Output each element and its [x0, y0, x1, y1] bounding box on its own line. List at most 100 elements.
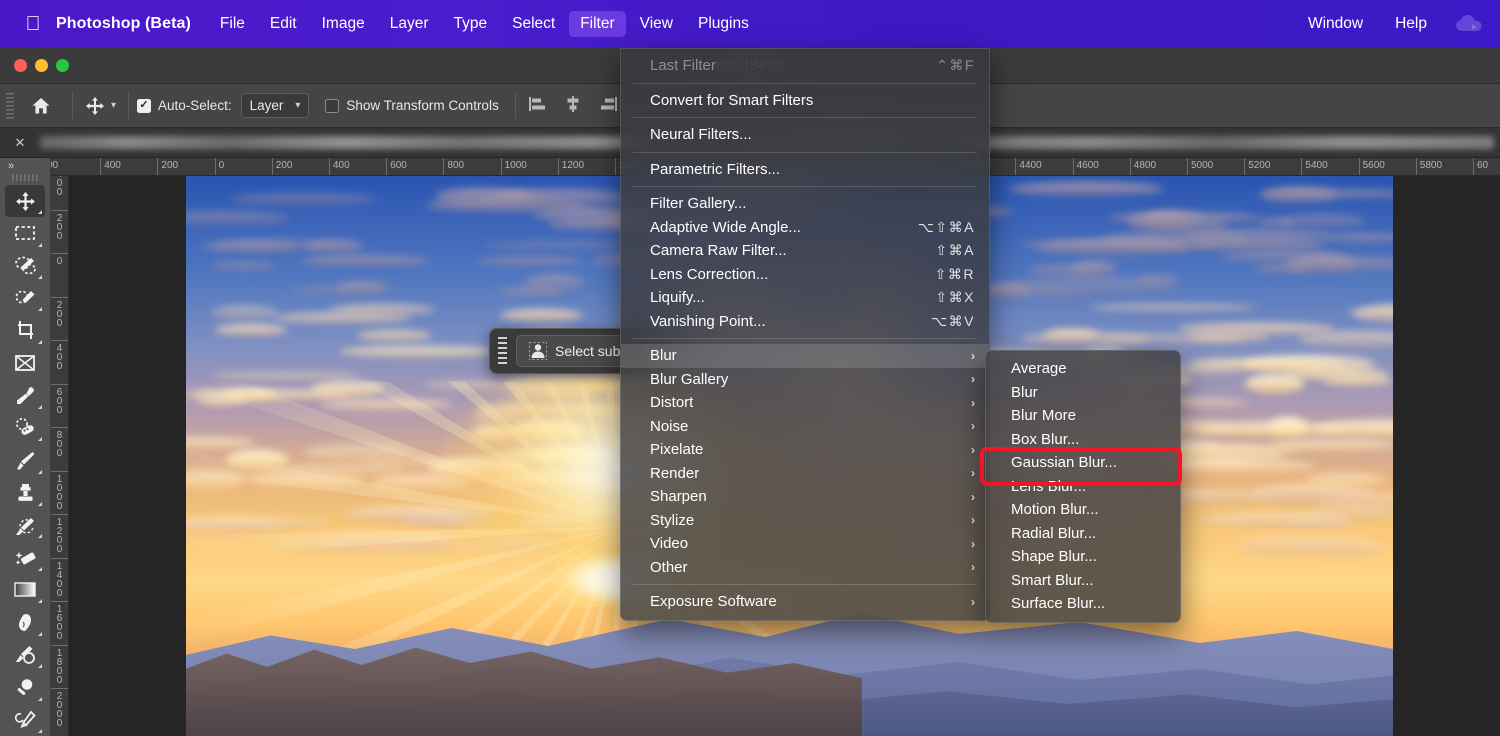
menu-layer[interactable]: Layer: [379, 11, 440, 37]
tool-quick-selection[interactable]: [5, 282, 45, 314]
blur-submenu-item-box-blur[interactable]: Box Blur...: [986, 428, 1180, 452]
options-bar-drag-handle[interactable]: [6, 92, 14, 119]
filter-dropdown-menu[interactable]: Last Filter ⌃⌘F Convert for Smart Filters N…: [620, 48, 990, 621]
tool-eyedropper[interactable]: [5, 379, 45, 411]
blur-submenu-item-gaussian-blur[interactable]: Gaussian Blur...: [986, 451, 1180, 475]
collapse-tools-icon[interactable]: »: [0, 158, 50, 174]
ruler-tick-label: 800: [447, 160, 465, 171]
menu-item-label: Noise: [650, 417, 689, 435]
align-center-horizontal-icon[interactable]: [564, 95, 582, 116]
tool-object-selection[interactable]: [5, 250, 45, 282]
menu-type[interactable]: Type: [443, 11, 499, 37]
select-subject-button[interactable]: Select sub: [516, 335, 634, 367]
auto-select-checkbox[interactable]: ✓: [137, 98, 152, 113]
current-tool-move[interactable]: ▾: [81, 96, 120, 116]
menu-item-exposure-software[interactable]: Exposure Software ›: [621, 590, 989, 614]
drag-handle-icon[interactable]: [498, 337, 507, 365]
cloud: [1034, 238, 1193, 256]
menu-item-distort[interactable]: Distort ›: [621, 391, 989, 415]
blur-submenu-item-smart-blur[interactable]: Smart Blur...: [986, 569, 1180, 593]
blur-submenu-item-blur-more[interactable]: Blur More: [986, 404, 1180, 428]
tool-zoom[interactable]: [5, 671, 45, 703]
blur-submenu-item-label: Blur: [1011, 383, 1038, 401]
menu-item-liquify[interactable]: Liquify... ⇧⌘X: [621, 286, 989, 310]
ruler-tick: 1600: [51, 601, 68, 640]
auto-select-dropdown[interactable]: Layer ▾: [240, 93, 310, 118]
tool-dodge[interactable]: [5, 639, 45, 671]
tool-clone-stamp[interactable]: [5, 477, 45, 509]
ruler-tick: 1200: [557, 158, 584, 175]
menu-file[interactable]: File: [209, 11, 256, 37]
apple-logo-icon[interactable]: : [18, 14, 48, 34]
menu-item-label: Sharpen: [650, 488, 707, 506]
menu-item-noise[interactable]: Noise ›: [621, 415, 989, 439]
menu-item-adaptive-wide-angle[interactable]: Adaptive Wide Angle... ⌥⇧⌘A: [621, 216, 989, 240]
cloud: [1010, 276, 1177, 297]
menu-item-vanishing-point[interactable]: Vanishing Point... ⌥⌘V: [621, 310, 989, 334]
menu-edit[interactable]: Edit: [259, 11, 308, 37]
blur-submenu-item-radial-blur[interactable]: Radial Blur...: [986, 522, 1180, 546]
menu-item-filter-gallery[interactable]: Filter Gallery...: [621, 192, 989, 216]
cloud: [210, 371, 360, 379]
blur-finger-icon: [19, 613, 31, 631]
blur-submenu[interactable]: Average Blur Blur More Box Blur... Gaussian …: [985, 350, 1181, 623]
align-left-icon[interactable]: [528, 95, 546, 116]
close-icon[interactable]: ✕: [0, 135, 40, 151]
tool-gradient[interactable]: [5, 574, 45, 606]
menu-view[interactable]: View: [629, 11, 684, 37]
menu-item-pixelate[interactable]: Pixelate ›: [621, 438, 989, 462]
chevron-down-icon[interactable]: ▾: [111, 100, 116, 111]
tool-history-brush[interactable]: [5, 509, 45, 541]
menu-select[interactable]: Select: [501, 11, 566, 37]
tool-spot-healing-brush[interactable]: [5, 412, 45, 444]
ruler-tick: 5400: [1301, 158, 1328, 175]
blur-submenu-item-average[interactable]: Average: [986, 357, 1180, 381]
blur-submenu-item-surface-blur[interactable]: Surface Blur...: [986, 592, 1180, 616]
align-right-icon[interactable]: [600, 95, 618, 116]
menu-item-stylize[interactable]: Stylize ›: [621, 509, 989, 533]
menu-item-video[interactable]: Video ›: [621, 532, 989, 556]
blur-submenu-item-blur[interactable]: Blur: [986, 381, 1180, 405]
blur-submenu-item-shape-blur[interactable]: Shape Blur...: [986, 545, 1180, 569]
tool-brush[interactable]: [5, 444, 45, 476]
menu-item-label: Liquify...: [650, 289, 705, 307]
ruler-tick: 400: [100, 158, 121, 175]
menu-image[interactable]: Image: [311, 11, 376, 37]
menu-item-neural-filters[interactable]: Neural Filters...: [621, 123, 989, 147]
tool-frame[interactable]: [5, 347, 45, 379]
vertical-ruler[interactable]: 400 200 0 200 400 600 800 1000 1200 1400 1600 1800 2…: [51, 176, 69, 736]
tool-rectangular-marquee[interactable]: [5, 217, 45, 249]
chevron-right-icon: ›: [971, 419, 975, 434]
blur-submenu-item-label: Lens Blur...: [1011, 477, 1087, 495]
show-transform-controls-checkbox[interactable]: [325, 98, 340, 113]
menu-item-lens-correction[interactable]: Lens Correction... ⇧⌘R: [621, 263, 989, 287]
blur-submenu-item-lens-blur[interactable]: Lens Blur...: [986, 475, 1180, 499]
tool-pen[interactable]: [5, 704, 45, 736]
home-icon[interactable]: [18, 96, 64, 116]
creative-cloud-icon[interactable]: [1448, 14, 1492, 34]
menu-separator: [633, 338, 977, 339]
menu-item-other[interactable]: Other ›: [621, 556, 989, 580]
tool-crop[interactable]: [5, 314, 45, 346]
menu-item-label: Adaptive Wide Angle...: [650, 218, 801, 236]
move-tool-icon: [15, 191, 35, 211]
menu-filter[interactable]: Filter: [569, 11, 626, 37]
tool-eraser[interactable]: [5, 541, 45, 573]
ruler-tick-label: 1000: [504, 160, 527, 171]
tool-move[interactable]: [5, 184, 45, 218]
menu-item-blur-gallery[interactable]: Blur Gallery ›: [621, 368, 989, 392]
tool-blur[interactable]: [5, 606, 45, 638]
menu-window[interactable]: Window: [1297, 11, 1374, 37]
menu-item-parametric-filters[interactable]: Parametric Filters...: [621, 158, 989, 182]
tools-drag-handle[interactable]: [12, 173, 38, 181]
menu-item-render[interactable]: Render ›: [621, 462, 989, 486]
menu-item-sharpen[interactable]: Sharpen ›: [621, 485, 989, 509]
clone-stamp-icon: [17, 484, 33, 502]
menu-plugins[interactable]: Plugins: [687, 11, 760, 37]
menu-item-blur[interactable]: Blur ›: [621, 344, 989, 368]
menu-item-convert-for-smart-filters[interactable]: Convert for Smart Filters: [621, 89, 989, 113]
menu-help[interactable]: Help: [1384, 11, 1438, 37]
menu-item-camera-raw-filter[interactable]: Camera Raw Filter... ⇧⌘A: [621, 239, 989, 263]
blur-submenu-item-motion-blur[interactable]: Motion Blur...: [986, 498, 1180, 522]
blur-submenu-item-label: Smart Blur...: [1011, 571, 1094, 589]
